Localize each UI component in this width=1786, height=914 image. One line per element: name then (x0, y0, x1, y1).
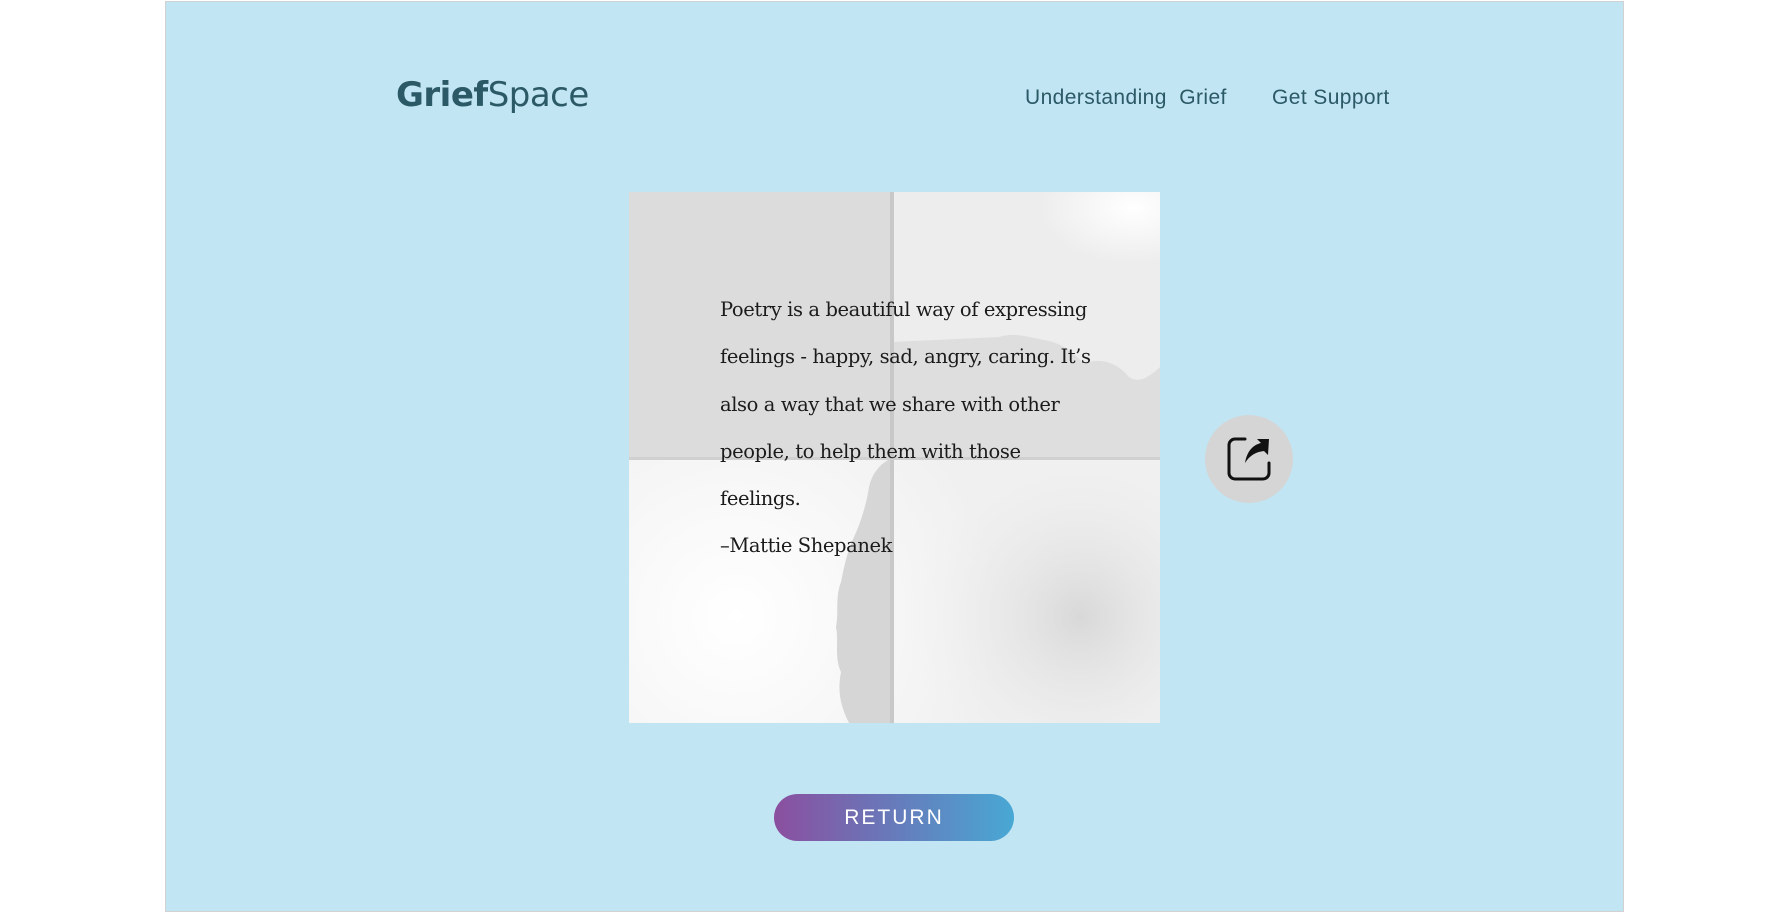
share-icon (1227, 437, 1271, 481)
logo[interactable]: GriefSpace (396, 78, 589, 112)
quote-author: –Mattie Shepanek (720, 534, 893, 557)
poem-card: Poetry is a beautiful way of expressing … (629, 192, 1160, 723)
logo-text-light: Space (487, 75, 590, 115)
nav-understanding-grief[interactable]: Understanding Grief (1025, 86, 1227, 110)
nav-get-support[interactable]: Get Support (1272, 86, 1390, 110)
quote-line: Poetry is a beautiful way of expressing (720, 298, 1088, 321)
logo-text-bold: Grief (396, 75, 488, 115)
quote-line: feelings - happy, sad, angry, caring. It… (720, 345, 1091, 369)
quote-line: also a way that we share with other (720, 392, 1060, 416)
poem-quote: Poetry is a beautiful way of expressing … (720, 286, 1100, 522)
page-frame: GriefSpace Understanding Grief Get Suppo… (165, 1, 1624, 912)
quote-line: feelings. (720, 487, 801, 511)
return-button[interactable]: RETURN (774, 794, 1014, 841)
quote-line: people, to help them with those (720, 439, 1021, 463)
share-button[interactable] (1205, 415, 1293, 503)
